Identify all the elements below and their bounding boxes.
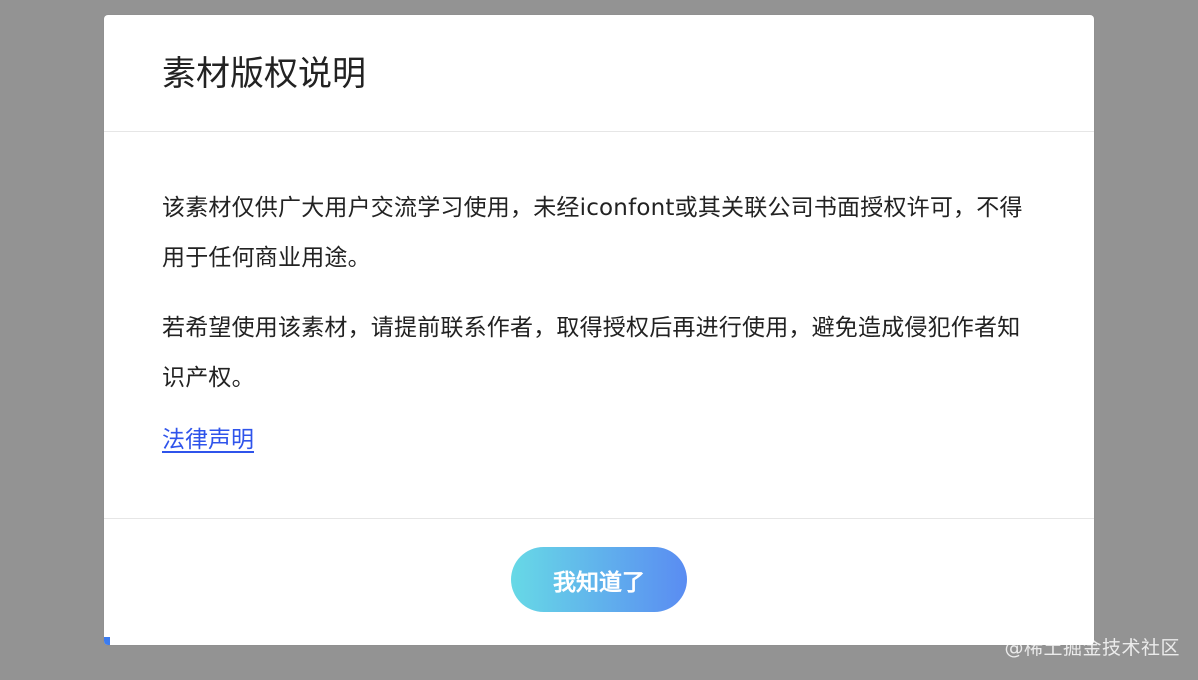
modal-corner-accent [104, 637, 110, 645]
modal-body: 该素材仅供广大用户交流学习使用，未经iconfont或其关联公司书面授权许可，不… [162, 183, 1042, 457]
modal-footer: 我知道了 [104, 518, 1094, 645]
modal-header: 素材版权说明 [104, 15, 1094, 132]
usage-restriction-text: 该素材仅供广大用户交流学习使用，未经iconfont或其关联公司书面授权许可，不… [162, 195, 1023, 271]
legal-notice-link[interactable]: 法律声明 [162, 423, 254, 457]
site-watermark: @稀土掘金技术社区 [1004, 637, 1180, 659]
authorization-advice-text: 若希望使用该素材，请提前联系作者，取得授权后再进行使用，避免造成侵犯作者知识产权… [162, 315, 1021, 391]
copyright-notice-modal: 素材版权说明 该素材仅供广大用户交流学习使用，未经iconfont或其关联公司书… [104, 15, 1094, 645]
modal-title: 素材版权说明 [162, 54, 366, 94]
acknowledge-button[interactable]: 我知道了 [511, 547, 687, 612]
